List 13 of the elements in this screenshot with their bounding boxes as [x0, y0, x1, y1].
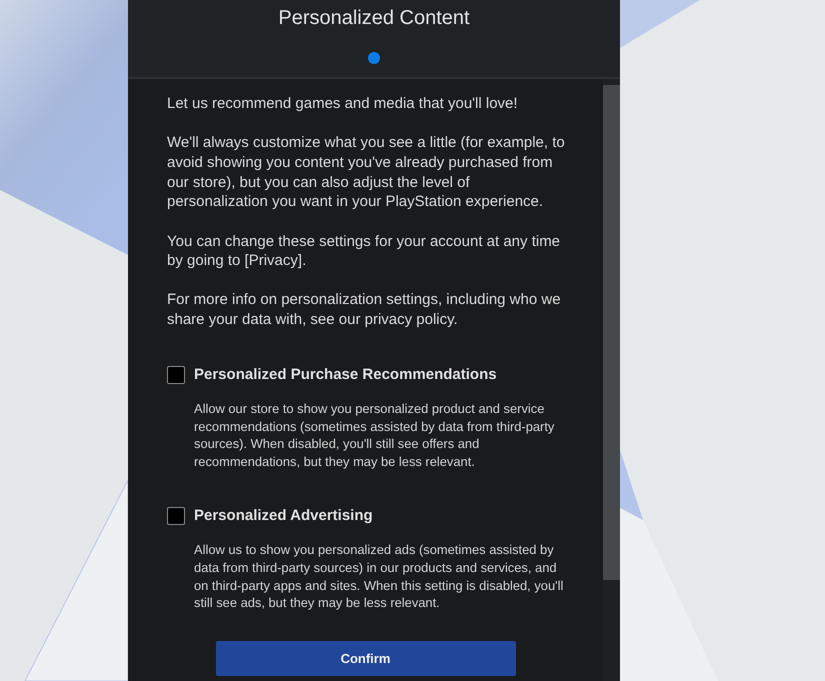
- intro-paragraph: You can change these settings for your account at any time by going to [Privacy].: [167, 232, 562, 271]
- dialog-title: Personalized Content: [278, 6, 470, 30]
- option-description: Allow us to show you personalized ads (sometimes assisted by data from third-party sources) in our products and services, and on third-party apps and sites. When this setting is disabled, you'll still see ads, but they may be less relevant.: [194, 541, 564, 612]
- confirm-button[interactable]: Confirm: [216, 641, 516, 676]
- intro-paragraph: For more info on personalization settings, including who we share your data with, see our privacy policy.: [167, 290, 562, 330]
- option-description: Allow our store to show you personalized product and service recommendations (sometimes assisted by data from third-party sources). When disabled, you'll still see offers and recommendations, but they may be less relevant.: [194, 400, 556, 472]
- checkbox[interactable]: [167, 507, 185, 526]
- option-label: Personalized Advertising: [194, 506, 373, 526]
- checkbox[interactable]: [167, 366, 185, 384]
- scrollbar-thumb[interactable]: [603, 85, 620, 580]
- option-label: Personalized Purchase Recommendations: [194, 364, 497, 385]
- intro-paragraph: We'll always customize what you see a little (for example, to avoid showing you content you've already purchased from our store), but you can also adjust the level of personalization you want in your PlayStation experience.: [167, 133, 565, 212]
- intro-paragraph: Let us recommend games and media that you'll love!: [167, 94, 519, 114]
